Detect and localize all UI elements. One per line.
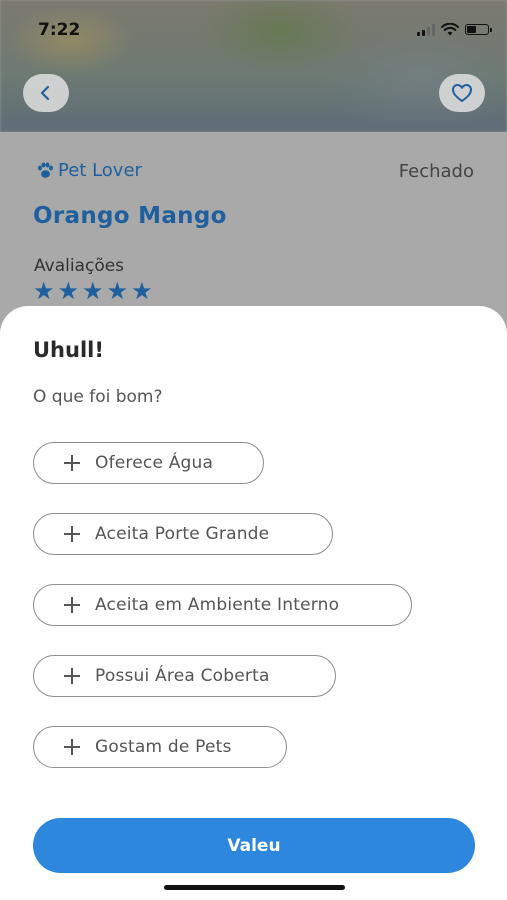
option-chip-oferece-agua[interactable]: Oferece Água [33,442,264,484]
option-chip-label: Aceita em Ambiente Interno [95,595,340,615]
option-chip-label: Aceita Porte Grande [95,524,270,544]
option-chip-label: Possui Área Coberta [95,666,270,686]
option-chip-gostam-de-pets[interactable]: Gostam de Pets [33,726,287,768]
submit-button[interactable]: Valeu [33,818,475,873]
option-chip-aceita-ambiente-interno[interactable]: Aceita em Ambiente Interno [33,584,412,626]
option-chip-label: Oferece Água [95,453,214,473]
option-chip-aceita-porte-grande[interactable]: Aceita Porte Grande [33,513,333,555]
option-chip-possui-area-coberta[interactable]: Possui Área Coberta [33,655,336,697]
plus-icon [64,597,80,613]
sheet-question: O que foi bom? [33,387,163,407]
plus-icon [64,668,80,684]
plus-icon [64,739,80,755]
sheet-title: Uhull! [33,338,104,362]
home-indicator [164,885,345,890]
plus-icon [64,526,80,542]
option-chip-label: Gostam de Pets [95,737,232,757]
plus-icon [64,455,80,471]
